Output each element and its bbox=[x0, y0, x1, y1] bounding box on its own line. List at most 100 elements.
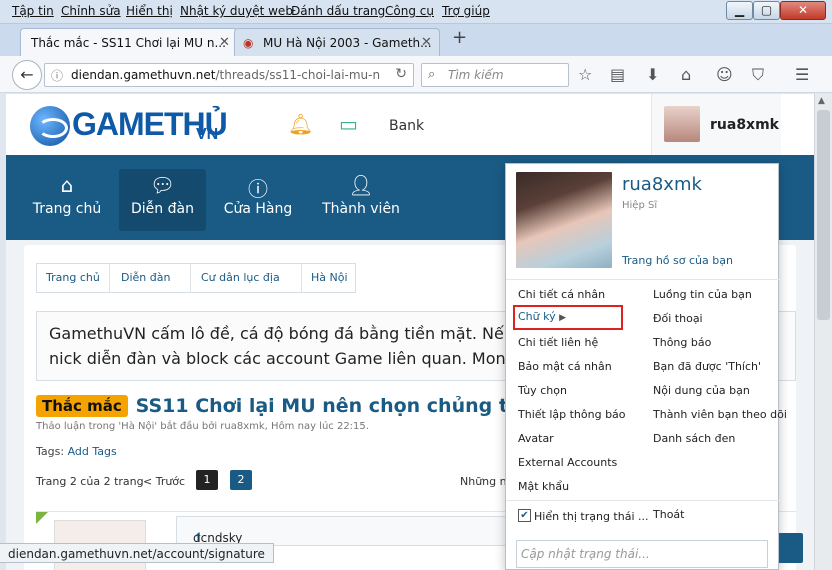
breadcrumb-item[interactable]: Diễn đàn bbox=[121, 271, 170, 284]
user-rank: Hiệp Sĩ bbox=[622, 200, 658, 211]
add-tags-link[interactable]: Add Tags bbox=[68, 445, 117, 458]
account-privacy[interactable]: Bảo mật cá nhân bbox=[518, 360, 612, 373]
url-bar[interactable]: ⓘ diendan.gamethuvn.net/threads/ss11-cho… bbox=[44, 63, 414, 87]
page-scrollbar[interactable]: ▲ bbox=[814, 94, 832, 570]
breadcrumb-item[interactable]: Trang chủ bbox=[46, 271, 100, 284]
user-menu[interactable]: rua8xmk bbox=[651, 94, 781, 155]
dropdown-username[interactable]: rua8xmk bbox=[622, 174, 702, 195]
account-dropdown: rua8xmk Hiệp Sĩ Trang hồ sơ của bạn Chi … bbox=[505, 163, 787, 570]
tab-close-icon[interactable]: ✕ bbox=[421, 35, 432, 50]
nav-home[interactable]: ⌂ Trang chủ bbox=[28, 169, 106, 231]
tab-active[interactable]: Thắc mắc - SS11 Chơi lại MU n... ✕ bbox=[20, 28, 238, 56]
site-logo[interactable]: GAMETHỦ VN bbox=[30, 102, 228, 148]
menu-edit[interactable]: Chỉnh sửa bbox=[61, 4, 121, 18]
nav-members[interactable]: 👤︎ Thành viên bbox=[320, 169, 402, 231]
bookmark-star-icon[interactable]: ☆ bbox=[578, 65, 592, 84]
page-button-1[interactable]: 1 bbox=[196, 470, 218, 490]
notice-line: GamethuVN cấm lô đề, cá độ bóng đá bằng … bbox=[49, 324, 530, 343]
menu-view[interactable]: Hiển thị bbox=[126, 4, 173, 18]
menu-bookmarks[interactable]: Đánh dấu trang bbox=[291, 4, 385, 18]
avatar bbox=[664, 106, 700, 142]
scroll-up-icon[interactable]: ▲ bbox=[818, 96, 825, 106]
divider bbox=[506, 500, 780, 501]
post-status-button[interactable] bbox=[779, 533, 803, 563]
account-external[interactable]: External Accounts bbox=[518, 456, 617, 469]
account-alert-preferences[interactable]: Thiết lập thông báo bbox=[518, 408, 626, 421]
conversation-icon[interactable]: ▭ bbox=[339, 112, 358, 136]
menu-file[interactable]: Tập tin bbox=[12, 4, 54, 18]
search-placeholder: Tìm kiếm bbox=[448, 68, 504, 82]
breadcrumb: Trang chủ Diễn đàn Cư dân lục địa Hà Nội bbox=[36, 263, 356, 293]
account-your-content[interactable]: Nội dung của bạn bbox=[653, 384, 750, 397]
account-contact-details[interactable]: Chi tiết liên hệ bbox=[518, 336, 598, 349]
account-preferences[interactable]: Tùy chọn bbox=[518, 384, 567, 397]
scrollbar-thumb[interactable] bbox=[817, 110, 830, 320]
status-bar-url: diendan.gamethuvn.net/account/signature bbox=[0, 543, 274, 563]
menu-help[interactable]: Trợ giúp bbox=[442, 4, 490, 18]
minimize-button[interactable]: ▁ bbox=[726, 1, 753, 20]
profile-link[interactable]: Trang hồ sơ của bạn bbox=[622, 254, 733, 267]
bell-icon[interactable]: 🔔︎ bbox=[288, 112, 313, 136]
page-button-2[interactable]: 2 bbox=[230, 470, 252, 490]
user-icon: 👤︎ bbox=[348, 173, 374, 197]
new-post-marker bbox=[36, 512, 48, 524]
back-button[interactable]: ← bbox=[12, 60, 42, 90]
page-info: Trang 2 của 2 trang bbox=[36, 475, 144, 488]
breadcrumb-separator bbox=[109, 264, 110, 292]
pocket-icon[interactable]: ⛉ bbox=[752, 65, 764, 85]
home-icon[interactable]: ⌂ bbox=[681, 65, 691, 84]
new-tab-icon[interactable]: + bbox=[452, 27, 467, 48]
breadcrumb-item[interactable]: Hà Nội bbox=[311, 271, 348, 284]
account-alerts[interactable]: Thông báo bbox=[653, 336, 711, 349]
close-window-button[interactable]: ✕ bbox=[780, 1, 826, 20]
info-icon[interactable]: ⓘ bbox=[51, 67, 63, 84]
reading-list-icon[interactable]: ▤ bbox=[610, 65, 625, 84]
account-following[interactable]: Thành viên bạn theo dõi bbox=[653, 408, 787, 421]
thread-meta: Thảo luận trong 'Hà Nội' bắt đầu bởi rua… bbox=[36, 421, 369, 432]
account-password[interactable]: Mật khẩu bbox=[518, 480, 569, 493]
bank-link[interactable]: Bank bbox=[389, 118, 424, 134]
account-signature[interactable]: Chữ ký ▶ bbox=[518, 310, 566, 323]
close-icon: ✕ bbox=[797, 3, 809, 17]
nav-bar: ← ⓘ diendan.gamethuvn.net/threads/ss11-c… bbox=[0, 56, 832, 93]
download-icon[interactable]: ⬇ bbox=[646, 65, 659, 84]
menu-tools[interactable]: Công cụ bbox=[385, 4, 434, 18]
hamburger-menu-icon[interactable]: ☰ bbox=[795, 65, 809, 84]
quote-block: dcndsky said: ↑ bbox=[176, 516, 516, 559]
tab-title: MU Hà Nội 2003 - Gameth... bbox=[263, 36, 432, 50]
account-avatar[interactable]: Avatar bbox=[518, 432, 554, 445]
logout-link[interactable]: Thoát bbox=[653, 508, 684, 521]
account-news-feed[interactable]: Luồng tin của bạn bbox=[653, 288, 752, 301]
status-update-input[interactable]: Cập nhật trạng thái... bbox=[516, 540, 768, 568]
logo-suffix: VN bbox=[196, 126, 219, 143]
nav-forums[interactable]: 💬︎ Diễn đàn bbox=[119, 169, 206, 231]
account-likes[interactable]: Bạn đã được 'Thích' bbox=[653, 360, 761, 373]
search-input[interactable]: ⌕ Tìm kiếm bbox=[421, 63, 569, 87]
notice-line: nick diễn đàn và block các account Game … bbox=[49, 349, 530, 368]
maximize-button[interactable]: ▢ bbox=[753, 1, 780, 20]
menu-history[interactable]: Nhật ký duyệt web bbox=[180, 4, 293, 18]
site-header: GAMETHỦ VN 🔔︎ ▭ Bank rua8xmk bbox=[6, 94, 814, 155]
url-domain: diendan.gamethuvn.net bbox=[71, 68, 216, 82]
account-ignored[interactable]: Danh sách đen bbox=[653, 432, 735, 445]
reload-icon[interactable]: ↻ bbox=[395, 66, 407, 82]
tab-title: Thắc mắc - SS11 Chơi lại MU n... bbox=[31, 36, 226, 50]
search-icon: ⌕ bbox=[428, 67, 436, 82]
nav-shop[interactable]: ⓘ Cửa Hàng bbox=[219, 169, 297, 231]
profile-photo[interactable] bbox=[516, 172, 612, 268]
username: rua8xmk bbox=[710, 117, 779, 133]
tab-close-icon[interactable]: ✕ bbox=[219, 35, 230, 50]
show-status-checkbox[interactable]: ✔ bbox=[518, 509, 531, 522]
show-status-label: Hiển thị trạng thái ... bbox=[534, 510, 649, 523]
nav-label: Thành viên bbox=[322, 201, 400, 217]
thread-prefix-badge[interactable]: Thắc mắc bbox=[36, 395, 128, 417]
logo-globe-icon bbox=[30, 106, 70, 146]
smiley-icon[interactable]: ☺ bbox=[716, 65, 733, 84]
tab-inactive[interactable]: ◉ MU Hà Nội 2003 - Gameth... ✕ bbox=[234, 28, 440, 56]
account-personal-details[interactable]: Chi tiết cá nhân bbox=[518, 288, 605, 301]
breadcrumb-item[interactable]: Cư dân lục địa bbox=[201, 271, 280, 284]
home-icon: ⌂ bbox=[60, 173, 74, 197]
status-placeholder: Cập nhật trạng thái... bbox=[521, 547, 650, 561]
account-conversations[interactable]: Đối thoại bbox=[653, 312, 703, 325]
prev-page-link[interactable]: < Trước bbox=[143, 475, 185, 488]
